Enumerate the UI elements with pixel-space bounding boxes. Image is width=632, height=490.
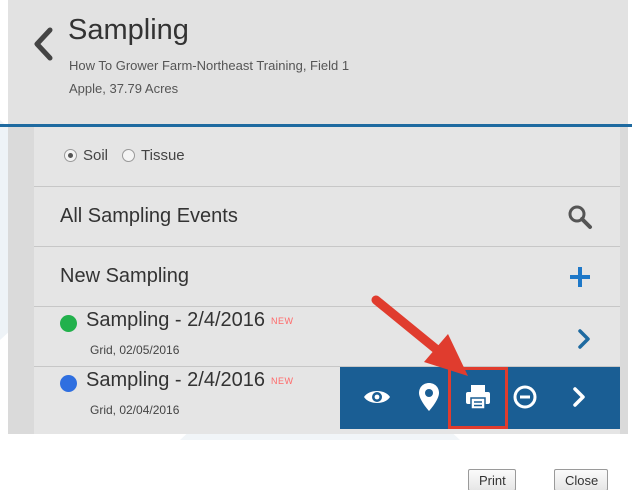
page-header: Sampling How To Grower Farm-Northeast Tr… xyxy=(8,0,628,124)
sampling-list: Soil Tissue All Sampling Events New Samp… xyxy=(34,127,620,434)
back-chevron-icon[interactable] xyxy=(30,26,58,62)
list-item-all-sampling-events[interactable]: All Sampling Events xyxy=(34,187,620,247)
chevron-right-icon[interactable] xyxy=(574,327,594,351)
crop-acres-line: Apple, 37.79 Acres xyxy=(69,81,179,96)
eye-icon-svg xyxy=(364,391,390,403)
new-badge: NEW xyxy=(271,375,294,386)
sampling-event-title: Sampling - 2/4/2016 NEW xyxy=(86,309,294,332)
sampling-event-title-text: Sampling - 2/4/2016 xyxy=(86,369,266,391)
farm-field-line: How To Grower Farm-Northeast Training, F… xyxy=(69,58,350,73)
plus-icon[interactable] xyxy=(566,263,594,291)
list-item-sampling-event[interactable]: Sampling - 2/4/2016 NEW Grid, 02/04/2016 xyxy=(34,367,620,429)
status-dot-blue xyxy=(60,375,77,392)
search-icon[interactable] xyxy=(566,203,594,231)
radio-tissue[interactable] xyxy=(122,149,136,162)
all-sampling-events-label: All Sampling Events xyxy=(60,205,238,227)
sampling-event-title: Sampling - 2/4/2016 NEW xyxy=(86,369,294,392)
print-highlight-box xyxy=(448,367,508,429)
row-action-bar xyxy=(340,367,620,429)
map-pin-icon-svg xyxy=(419,383,439,411)
chevron-right-icon-svg xyxy=(573,387,585,407)
sampling-event-subtitle: Grid, 02/04/2016 xyxy=(90,403,180,417)
new-sampling-label: New Sampling xyxy=(60,265,189,287)
page-title: Sampling xyxy=(68,14,189,46)
list-item-new-sampling[interactable]: New Sampling xyxy=(34,247,620,307)
sampling-event-subtitle: Grid, 02/05/2016 xyxy=(90,343,180,357)
print-button[interactable]: Print xyxy=(468,469,516,490)
chevron-right-icon[interactable] xyxy=(562,379,596,415)
radio-soil[interactable] xyxy=(64,149,77,162)
list-item-sampling-event[interactable]: Sampling - 2/4/2016 NEW Grid, 02/05/2016 xyxy=(34,307,620,367)
eye-icon[interactable] xyxy=(360,379,394,415)
radio-soil-label[interactable]: Soil xyxy=(83,147,108,164)
radio-tissue-label[interactable]: Tissue xyxy=(141,147,185,164)
sample-type-radio-group: Soil Tissue xyxy=(64,147,199,164)
sample-type-row: Soil Tissue xyxy=(34,127,620,187)
sampling-event-title-text: Sampling - 2/4/2016 xyxy=(86,309,266,331)
map-pin-icon[interactable] xyxy=(412,379,446,415)
minus-circle-icon-svg xyxy=(513,385,537,409)
new-badge: NEW xyxy=(271,315,294,326)
minus-circle-icon[interactable] xyxy=(508,379,542,415)
close-button[interactable]: Close xyxy=(554,469,608,490)
status-dot-green xyxy=(60,315,77,332)
